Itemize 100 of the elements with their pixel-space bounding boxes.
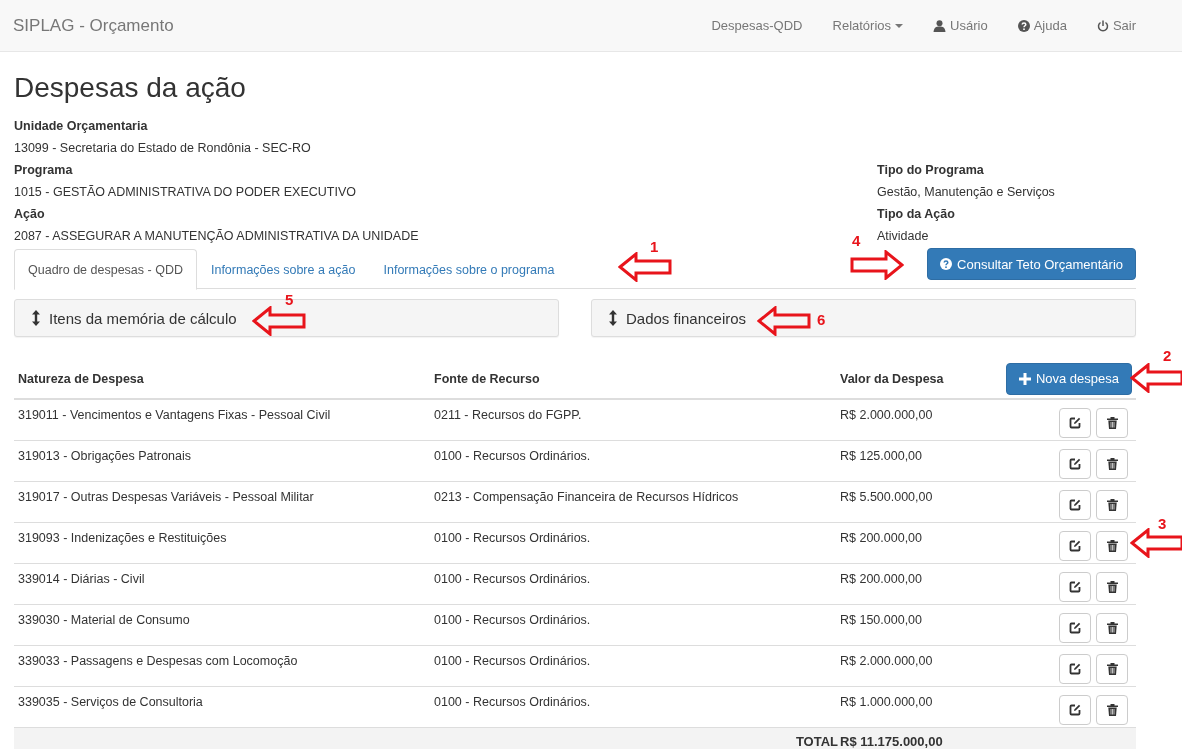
table-cell: 319093 - Indenizações e Restituições (14, 522, 430, 564)
annotation-number: 2 (1163, 347, 1172, 364)
trash-icon (1106, 540, 1118, 552)
trash-icon (1106, 704, 1118, 716)
column-header: Fonte de Recurso (430, 362, 836, 399)
annotation-number: 3 (1158, 515, 1167, 532)
annotation-arrow (1130, 528, 1182, 558)
panel-title: Dados financeiros (626, 309, 747, 327)
table-cell: 319013 - Obrigações Patronais (14, 440, 430, 482)
delete-button[interactable] (1096, 531, 1128, 561)
nav-link[interactable]: Relatórios (832, 18, 904, 33)
annotation-arrow (850, 250, 904, 280)
nav-link[interactable]: Despesas-QDD (711, 18, 803, 33)
power-icon (1096, 19, 1109, 32)
table-cell: 0100 - Recursos Ordinários. (430, 522, 836, 564)
edit-button[interactable] (1059, 408, 1091, 438)
user-icon (933, 19, 947, 32)
delete-button[interactable] (1096, 613, 1128, 643)
plus-icon (1018, 372, 1031, 385)
table-cell: 0100 - Recursos Ordinários. (430, 645, 836, 687)
annotation-number: 1 (650, 238, 659, 255)
edit-icon (1069, 663, 1081, 675)
table-cell: 339014 - Diárias - Civil (14, 563, 430, 605)
vertical-resize-icon (609, 310, 617, 326)
table-cell: 319011 - Vencimentos e Vantagens Fixas - Pessoal Civil (14, 399, 430, 441)
field-label: Ação (14, 206, 45, 223)
tab[interactable]: Informações sobre o programa (369, 249, 569, 290)
annotation-number: 4 (852, 232, 861, 249)
trash-icon (1106, 417, 1118, 429)
delete-button[interactable] (1096, 572, 1128, 602)
table-cell: R$ 125.000,00 (836, 440, 973, 482)
trash-icon (1106, 581, 1118, 593)
edit-icon (1069, 499, 1081, 511)
column-header: Natureza de Despesa (14, 362, 430, 399)
table-cell: 0100 - Recursos Ordinários. (430, 440, 836, 482)
field-label: Tipo da Ação (877, 206, 955, 223)
table-cell: R$ 2.000.000,00 (836, 399, 973, 441)
nav-link[interactable]: Sair (1096, 18, 1136, 33)
table-cell: 0213 - Compensação Financeira de Recursos Hídricos (430, 481, 836, 523)
app-brand[interactable]: SIPLAG - Orçamento (13, 15, 174, 36)
edit-button[interactable] (1059, 490, 1091, 520)
edit-icon (1069, 704, 1081, 716)
table-cell: 339030 - Material de Consumo (14, 604, 430, 646)
new-expense-button[interactable]: Nova despesa (1005, 362, 1132, 395)
edit-button[interactable] (1059, 572, 1091, 602)
table-cell: 0100 - Recursos Ordinários. (430, 563, 836, 605)
field-label: Unidade Orçamentaria (14, 118, 148, 135)
annotation-number: 6 (817, 311, 826, 328)
trash-icon (1106, 622, 1118, 634)
edit-icon (1069, 417, 1081, 429)
caret-icon (895, 23, 904, 28)
field-label: Tipo do Programa (877, 162, 984, 179)
annotation-arrow (252, 306, 306, 336)
page-title: Despesas da ação (14, 72, 247, 104)
delete-button[interactable] (1096, 408, 1128, 438)
table-cell: R$ 2.000.000,00 (836, 645, 973, 687)
tab[interactable]: Informações sobre a ação (196, 249, 370, 290)
table-cell: 0100 - Recursos Ordinários. (430, 604, 836, 646)
table-cell: 319017 - Outras Despesas Variáveis - Pessoal Militar (14, 481, 430, 523)
edit-icon (1069, 540, 1081, 552)
edit-button[interactable] (1059, 654, 1091, 684)
field-value: 13099 - Secretaria do Estado de Rondônia - SEC-RO (14, 140, 311, 157)
table-cell: R$ 200.000,00 (836, 563, 973, 605)
nav-link[interactable]: Ajuda (1017, 18, 1067, 33)
edit-icon (1069, 581, 1081, 593)
help-icon (940, 258, 953, 270)
total-label: TOTAL (795, 734, 838, 749)
trash-icon (1106, 458, 1118, 470)
annotation-arrow (757, 306, 811, 336)
trash-icon (1106, 499, 1118, 511)
column-header: Valor da Despesa (836, 362, 973, 399)
delete-button[interactable] (1096, 449, 1128, 479)
panel-title: Itens da memória de cálculo (49, 309, 237, 327)
annotation-arrow (1130, 363, 1182, 393)
field-label: Programa (14, 162, 73, 179)
field-value: Atividade (877, 228, 929, 245)
table-cell: R$ 200.000,00 (836, 522, 973, 564)
edit-button[interactable] (1059, 449, 1091, 479)
table-cell: R$ 150.000,00 (836, 604, 973, 646)
delete-button[interactable] (1096, 654, 1128, 684)
edit-button[interactable] (1059, 531, 1091, 561)
field-value: Gestão, Manutenção e Serviços (877, 184, 1055, 201)
trash-icon (1106, 663, 1118, 675)
help-icon (1017, 19, 1030, 32)
nav-link[interactable]: Usário (933, 18, 988, 33)
tab[interactable]: Quadro de despesas - QDD (14, 249, 197, 290)
table-cell: R$ 5.500.000,00 (836, 481, 973, 523)
edit-icon (1069, 622, 1081, 634)
vertical-resize-icon (32, 310, 40, 326)
edit-button[interactable] (1059, 613, 1091, 643)
field-value: 1015 - GESTÃO ADMINISTRATIVA DO PODER EXECUTIVO (14, 184, 356, 201)
delete-button[interactable] (1096, 695, 1128, 725)
field-value: 2087 - ASSEGURAR A MANUTENÇÃO ADMINISTRATIVA DA UNIDADE (14, 228, 419, 245)
total-value: R$ 11.175.000,00 (840, 734, 943, 749)
edit-button[interactable] (1059, 695, 1091, 725)
consult-button[interactable]: Consultar Teto Orçamentário (927, 248, 1136, 280)
table-cell: 339033 - Passagens e Despesas com Locomoção (14, 645, 430, 687)
edit-icon (1069, 458, 1081, 470)
annotation-arrow (618, 252, 672, 282)
delete-button[interactable] (1096, 490, 1128, 520)
